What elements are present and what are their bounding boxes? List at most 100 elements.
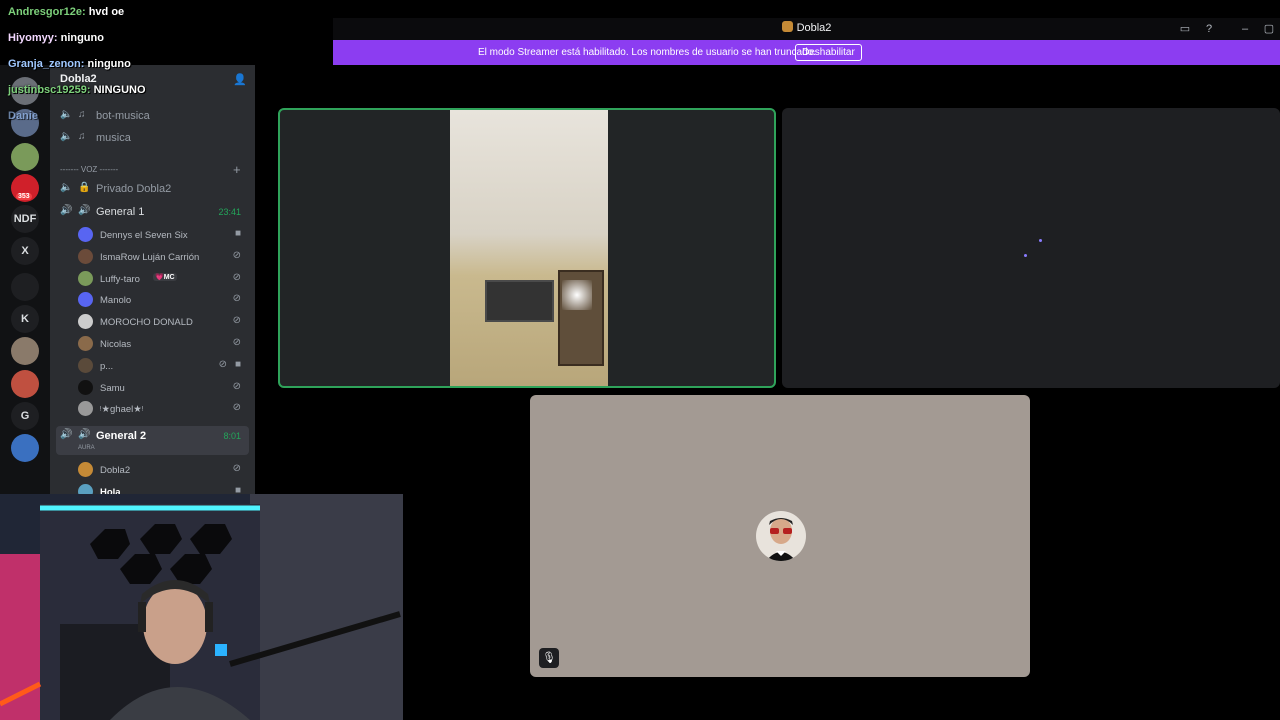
light-image bbox=[562, 280, 592, 310]
lock-icon: 🔒 bbox=[78, 182, 91, 193]
tv-image bbox=[485, 280, 554, 322]
banner-message: El modo Streamer está habilitado. Los no… bbox=[478, 47, 816, 58]
camera-icon: ■ bbox=[234, 358, 241, 370]
user-name: Luffy-taro bbox=[100, 273, 140, 285]
avatar bbox=[78, 336, 93, 351]
user-name: IsmaRow Luján Carrión bbox=[100, 251, 200, 263]
server-icon[interactable]: NDF bbox=[11, 205, 39, 233]
channel-status: AURA bbox=[78, 445, 95, 451]
add-channel-icon[interactable]: + bbox=[233, 162, 241, 177]
channel-sidebar: Dobla2 👤 🔈 ♫ bot-musica 🔈 ♫ musica -----… bbox=[50, 65, 255, 499]
inbox-icon[interactable]: ▭ bbox=[1178, 22, 1192, 36]
avatar bbox=[78, 379, 93, 395]
speaker-icon: 🔊 bbox=[60, 429, 73, 440]
user-name: Manolo bbox=[100, 295, 132, 307]
muted-mic-icon: ⊘ bbox=[232, 293, 241, 305]
video-tile-camera[interactable] bbox=[278, 108, 776, 388]
channel-general-2[interactable]: 🔊 🔊 General 2 8:01 AURA bbox=[56, 426, 249, 455]
server-icon bbox=[781, 21, 793, 32]
speaker-icon: 🔈 bbox=[60, 131, 73, 142]
muted-mic-icon: ⊘ bbox=[232, 271, 241, 283]
server-icon[interactable] bbox=[11, 434, 39, 462]
voice-user[interactable]: p... ■ ⊘ bbox=[77, 356, 249, 376]
voice-user[interactable]: Samu ⊘ bbox=[77, 378, 249, 398]
music-icon: ♫ bbox=[78, 131, 86, 142]
server-icon[interactable] bbox=[11, 273, 39, 301]
chat-message: Granja_zenon: ninguno bbox=[8, 58, 131, 70]
voice-user[interactable]: Manolo ⊘ bbox=[77, 290, 249, 310]
voice-user[interactable]: ᵎ★ghael★ᵎ ⊘ bbox=[77, 399, 249, 419]
video-tile-loading[interactable] bbox=[782, 108, 1280, 388]
chat-message: Andresgor12e: hvd oe bbox=[8, 6, 125, 18]
channel-privado[interactable]: 🔈 🔒 Privado Dobla2 bbox=[56, 179, 249, 199]
avatar bbox=[78, 270, 93, 286]
muted-mic-icon: ⊘ bbox=[232, 402, 241, 414]
channel-bot-musica[interactable]: 🔈 ♫ bot-musica bbox=[56, 106, 249, 126]
camera-icon: ■ bbox=[234, 228, 241, 239]
user-name: ᵎ★ghael★ᵎ bbox=[100, 404, 144, 416]
server-icon[interactable]: G bbox=[11, 402, 39, 430]
help-icon[interactable]: ? bbox=[1202, 22, 1216, 36]
server-icon[interactable] bbox=[11, 337, 39, 365]
voice-user[interactable]: IsmaRow Luján Carrión ⊘ bbox=[77, 247, 249, 267]
user-name: Dennys el Seven Six bbox=[100, 230, 188, 241]
avatar bbox=[78, 401, 93, 417]
speaker-icon: 🔈 bbox=[60, 182, 73, 193]
voice-user[interactable]: Dobla2 ⊘ bbox=[77, 460, 249, 480]
server-icon[interactable] bbox=[11, 143, 39, 171]
minimize-icon[interactable]: – bbox=[1238, 22, 1252, 36]
channel-musica[interactable]: 🔈 ♫ musica bbox=[56, 128, 249, 148]
disable-button[interactable]: Deshabilitar bbox=[795, 44, 862, 61]
chat-message: Hiyomyy: ninguno bbox=[8, 32, 104, 44]
user-avatar bbox=[756, 511, 806, 561]
muted-mic-icon: ⊘ bbox=[232, 337, 241, 348]
channel-general-1[interactable]: 🔊 🔊 General 1 23:41 bbox=[56, 202, 249, 222]
user-name: Nicolas bbox=[100, 339, 132, 350]
voice-user[interactable]: Nicolas ⊘ bbox=[77, 334, 249, 354]
voice-icon: 🔊 bbox=[78, 205, 91, 216]
user-name: Samu bbox=[100, 382, 125, 394]
server-icon[interactable]: K bbox=[11, 305, 39, 333]
music-icon: ♫ bbox=[78, 109, 86, 120]
avatar bbox=[78, 357, 93, 373]
chat-message: justinbsc19259: NINGUNO bbox=[8, 84, 146, 96]
elapsed-time: 23:41 bbox=[218, 207, 241, 217]
server-rail: NDF X K G 353 bbox=[0, 65, 50, 495]
role-badge: 💗MC bbox=[153, 272, 177, 281]
voice-category[interactable]: ------- VOZ ------- bbox=[60, 165, 118, 174]
maximize-icon[interactable]: ▢ bbox=[1262, 22, 1276, 36]
window-title: Dobla2 bbox=[333, 21, 1280, 34]
server-icon[interactable]: X bbox=[11, 237, 39, 265]
avatar bbox=[78, 292, 93, 308]
streamer-mode-banner: El modo Streamer está habilitado. Los no… bbox=[333, 40, 1280, 65]
user-name: Dobla2 bbox=[100, 465, 131, 476]
camera-feed bbox=[450, 110, 608, 386]
muted-mic-icon: ⊘ bbox=[232, 315, 241, 327]
muted-mic-icon: ⊘ bbox=[232, 463, 241, 474]
video-tile-avatar[interactable]: 🎙 bbox=[530, 395, 1030, 677]
streamer-webcam bbox=[0, 494, 403, 720]
voice-icon: 🔊 bbox=[78, 429, 91, 440]
muted-mic-icon: ⊘ bbox=[232, 380, 241, 392]
voice-user[interactable]: Luffy-taro 💗MC ⊘ bbox=[77, 269, 249, 289]
voice-user[interactable]: Dennys el Seven Six ■ bbox=[77, 225, 249, 245]
title-bar: Dobla2 ▭ ? – ▢ bbox=[333, 18, 1280, 40]
server-icon[interactable] bbox=[11, 370, 39, 398]
avatar bbox=[78, 248, 93, 264]
add-user-icon[interactable]: 👤 bbox=[233, 73, 247, 86]
user-name: MOROCHO DONALD bbox=[100, 317, 193, 329]
user-name: p... bbox=[100, 360, 114, 372]
speaker-icon: 🔊 bbox=[60, 205, 73, 216]
muted-mic-icon: ⊘ bbox=[232, 249, 241, 261]
avatar bbox=[78, 227, 93, 242]
speaker-icon: 🔈 bbox=[60, 109, 73, 120]
voice-user[interactable]: MOROCHO DONALD ⊘ bbox=[77, 312, 249, 332]
avatar bbox=[78, 314, 93, 330]
avatar bbox=[78, 462, 93, 477]
muted-mic-icon: 🎙 bbox=[539, 648, 559, 668]
loading-dot bbox=[1024, 254, 1027, 257]
chat-message: Danie bbox=[8, 110, 38, 122]
loading-dot bbox=[1039, 239, 1042, 242]
elapsed-time: 8:01 bbox=[223, 431, 241, 441]
muted-mic-icon: ⊘ bbox=[218, 358, 227, 370]
